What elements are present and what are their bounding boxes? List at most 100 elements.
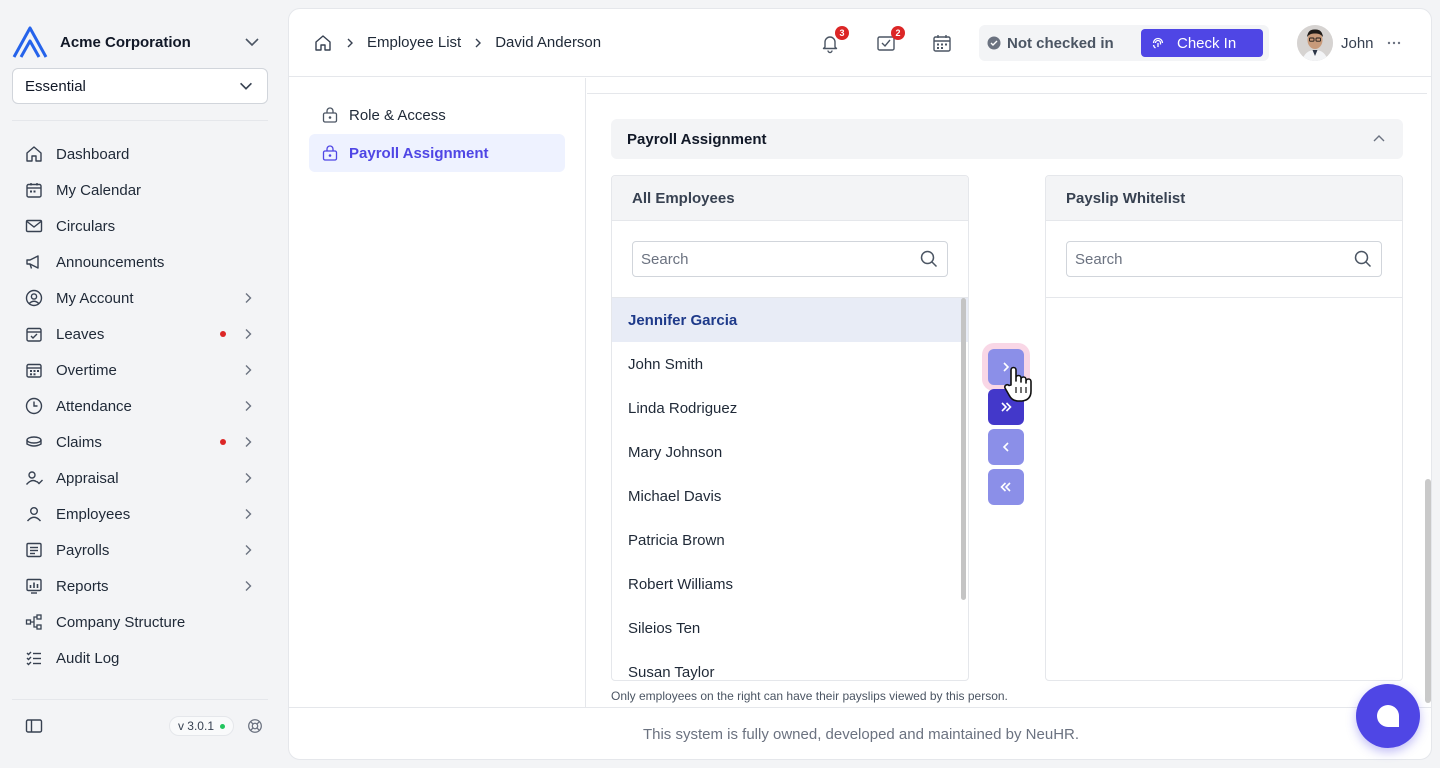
chevrons-left-icon <box>1000 482 1011 492</box>
payroll-icon <box>26 542 42 558</box>
tasks-button[interactable]: 2 <box>875 26 905 54</box>
sidebar-item-claims[interactable]: Claims <box>12 424 268 460</box>
sidebar-item-label: Payrolls <box>56 541 110 559</box>
footer-text: This system is fully owned, developed an… <box>289 707 1431 759</box>
move-all-left-button[interactable] <box>988 469 1024 505</box>
search-icon[interactable] <box>919 249 939 269</box>
sidebar-item-label: My Calendar <box>56 181 142 199</box>
all-employees-search-input[interactable] <box>641 250 919 268</box>
sidebar-item-my-calendar[interactable]: My Calendar <box>12 172 268 208</box>
topbar-actions: 3 2 Not checked in Check In John <box>819 25 1402 61</box>
sidebar: Acme Corporation Essential Dashboard My C… <box>0 0 280 768</box>
list-item[interactable]: John Smith <box>612 342 968 386</box>
checklist-icon <box>26 651 41 666</box>
chevron-up-icon[interactable] <box>1371 131 1387 147</box>
plan-select[interactable]: Essential <box>12 68 268 104</box>
org-switcher[interactable]: Acme Corporation <box>12 24 268 60</box>
breadcrumb: Employee List David Anderson <box>313 33 601 53</box>
more-horizontal-icon[interactable] <box>1386 35 1402 51</box>
list-item[interactable]: Michael Davis <box>612 474 968 518</box>
chevron-right-icon <box>245 473 252 483</box>
sidebar-item-label: Announcements <box>56 253 165 271</box>
org-name: Acme Corporation <box>60 33 191 51</box>
tasks-count-badge: 2 <box>891 26 905 40</box>
sidebar-item-leaves[interactable]: Leaves <box>12 316 268 352</box>
sidebar-item-payrolls[interactable]: Payrolls <box>12 532 268 568</box>
chevron-down-icon[interactable] <box>242 32 262 52</box>
check-in-button[interactable]: Check In <box>1141 29 1263 57</box>
whitelist-search-input[interactable] <box>1075 250 1353 268</box>
home-icon[interactable] <box>313 33 333 53</box>
avatar[interactable] <box>1297 25 1333 61</box>
sidebar-item-label: Circulars <box>56 217 116 235</box>
sidebar-item-label: Appraisal <box>56 469 119 487</box>
settings-subnav: Role & Access Payroll Assignment <box>289 78 586 707</box>
calendar-grid-icon <box>26 363 42 378</box>
check-circle-icon <box>987 36 1001 50</box>
lock-icon <box>322 145 338 161</box>
user-name[interactable]: John <box>1341 35 1374 52</box>
employee-list[interactable]: Jennifer Garcia John Smith Linda Rodriguez… <box>612 298 968 680</box>
sidebar-item-circulars[interactable]: Circulars <box>12 208 268 244</box>
acme-logo-icon <box>12 26 48 58</box>
whitelist-list[interactable] <box>1046 298 1402 680</box>
chat-button[interactable] <box>1356 684 1420 748</box>
chevron-right-icon <box>245 581 252 591</box>
sidebar-item-audit-log[interactable]: Audit Log <box>12 640 268 676</box>
search-icon[interactable] <box>1353 249 1373 269</box>
list-item[interactable]: Susan Taylor <box>612 650 968 681</box>
support-icon[interactable] <box>246 717 264 735</box>
list-item[interactable]: Sileios Ten <box>612 606 968 650</box>
panel-title: All Employees <box>612 176 968 221</box>
sidebar-footer: v 3.0.1 <box>12 708 268 744</box>
sidebar-item-label: Audit Log <box>56 649 120 667</box>
list-item[interactable]: Mary Johnson <box>612 430 968 474</box>
sidebar-item-employees[interactable]: Employees <box>12 496 268 532</box>
list-item[interactable]: Jennifer Garcia <box>612 298 968 342</box>
list-item[interactable]: Linda Rodriguez <box>612 386 968 430</box>
sidebar-collapse-icon[interactable] <box>24 716 44 736</box>
transfer-controls <box>988 349 1026 509</box>
list-scrollbar[interactable] <box>961 298 966 600</box>
subnav-item-label: Payroll Assignment <box>349 144 489 162</box>
breadcrumb-employee-list[interactable]: Employee List <box>367 34 461 51</box>
sidebar-item-label: Reports <box>56 577 109 595</box>
list-item[interactable]: Robert Williams <box>612 562 968 606</box>
sidebar-nav: Dashboard My Calendar Circulars Announcemen… <box>12 136 268 676</box>
sidebar-item-dashboard[interactable]: Dashboard <box>12 136 268 172</box>
page-scrollbar[interactable] <box>1425 479 1431 703</box>
sidebar-divider <box>12 120 268 121</box>
calendar-icon <box>933 35 951 52</box>
move-left-button[interactable] <box>988 429 1024 465</box>
user-avatar-icon <box>1297 25 1333 61</box>
sidebar-item-announcements[interactable]: Announcements <box>12 244 268 280</box>
sidebar-item-appraisal[interactable]: Appraisal <box>12 460 268 496</box>
chevron-down-icon <box>240 82 252 90</box>
attendance-status-text: Not checked in <box>1007 34 1114 52</box>
sidebar-item-reports[interactable]: Reports <box>12 568 268 604</box>
section-header-payroll-assignment[interactable]: Payroll Assignment <box>611 119 1403 159</box>
subnav-item-role-access[interactable]: Role & Access <box>309 96 565 134</box>
calendar-button[interactable] <box>931 32 953 54</box>
search-field <box>1066 241 1382 277</box>
chevron-right-icon <box>245 365 252 375</box>
move-all-right-button[interactable] <box>988 389 1024 425</box>
calendar-check-icon <box>26 327 42 342</box>
chevron-right-icon <box>245 401 252 411</box>
move-right-button[interactable] <box>988 349 1024 385</box>
plan-select-value: Essential <box>25 77 86 95</box>
sidebar-item-attendance[interactable]: Attendance <box>12 388 268 424</box>
subnav-item-payroll-assignment[interactable]: Payroll Assignment <box>309 134 565 172</box>
sidebar-item-my-account[interactable]: My Account <box>12 280 268 316</box>
sidebar-item-company-structure[interactable]: Company Structure <box>12 604 268 640</box>
chevrons-right-icon <box>1001 402 1012 412</box>
sidebar-divider <box>12 699 268 700</box>
lock-icon <box>322 107 338 123</box>
notifications-button[interactable]: 3 <box>819 26 849 54</box>
chevron-right-icon <box>245 437 252 447</box>
sidebar-item-overtime[interactable]: Overtime <box>12 352 268 388</box>
sidebar-item-label: Employees <box>56 505 131 523</box>
chevron-right-icon <box>245 329 252 339</box>
list-item[interactable]: Patricia Brown <box>612 518 968 562</box>
notification-count-badge: 3 <box>835 26 849 40</box>
